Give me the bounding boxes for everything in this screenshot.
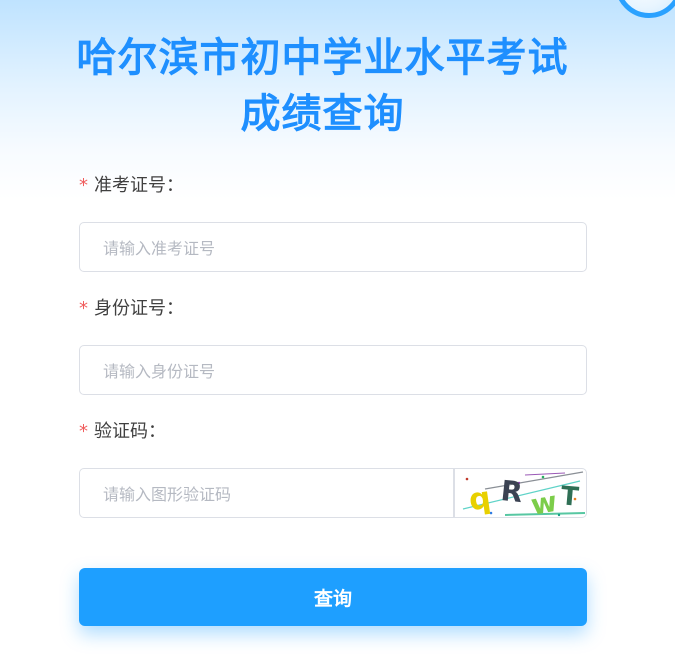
page-title-line-2: 成绩查询 (240, 91, 405, 137)
required-mark: * (79, 421, 88, 442)
exam-number-label-text: 准考证号： (94, 175, 184, 196)
required-mark: * (79, 175, 88, 196)
exam-number-label: * 准考证号： (79, 174, 184, 198)
exam-number-input[interactable]: 请输入准考证号 (79, 222, 587, 272)
captcha-label-text: 验证码： (94, 421, 166, 442)
required-mark: * (79, 298, 88, 319)
captcha-char-1: q (467, 481, 493, 518)
id-number-input[interactable]: 请输入身份证号 (79, 345, 587, 395)
captcha-label: * 验证码： (79, 420, 166, 444)
id-number-placeholder: 请输入身份证号 (103, 362, 216, 381)
captcha-char-2: R (499, 474, 524, 509)
query-button[interactable]: 查询 (79, 568, 587, 626)
page-title-line-1: 哈尔滨市初中学业水平考试 (76, 35, 569, 81)
id-number-label-text: 身份证号： (94, 298, 184, 319)
captcha-char-3: w (528, 485, 559, 518)
captcha-image[interactable]: q R w T (454, 468, 587, 518)
captcha-graphic: q R w T (462, 471, 586, 518)
id-number-label: * 身份证号： (79, 297, 184, 321)
exam-number-placeholder: 请输入准考证号 (103, 239, 216, 258)
captcha-placeholder: 请输入图形验证码 (103, 485, 232, 504)
captcha-input[interactable]: 请输入图形验证码 (79, 468, 454, 518)
decorative-circle (615, 0, 675, 18)
captcha-char-4: T (560, 481, 581, 512)
